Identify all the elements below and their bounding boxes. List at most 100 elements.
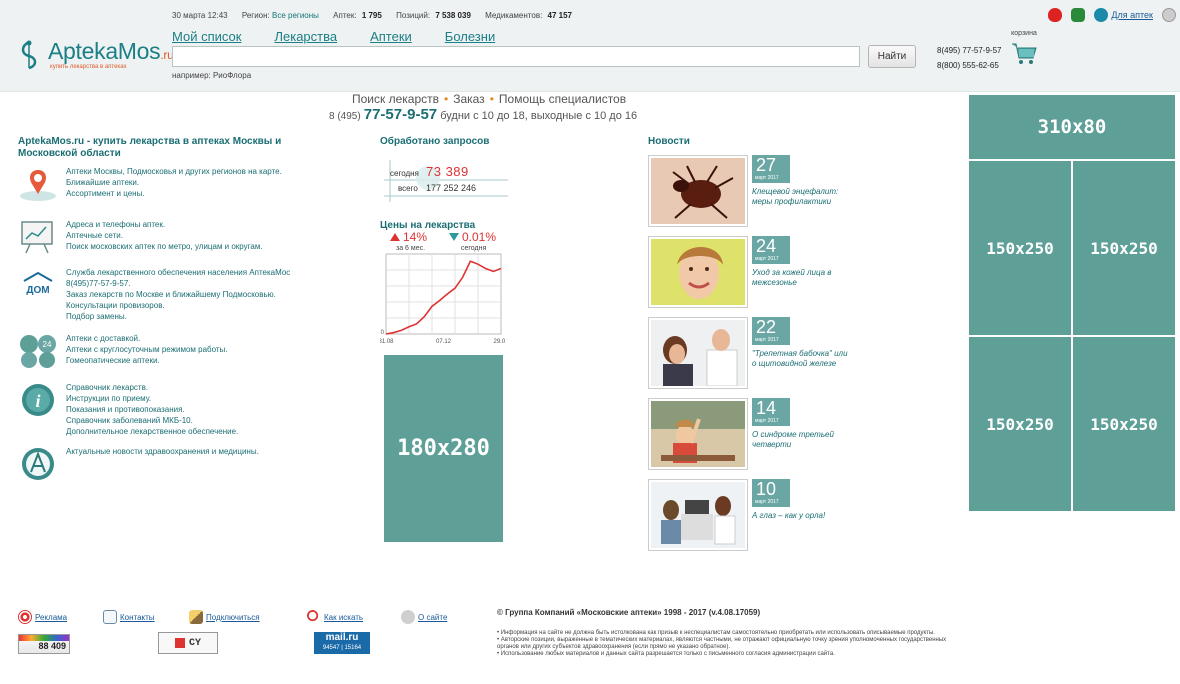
chart-x-tick: 31.08 <box>380 339 394 345</box>
news-thumbnail[interactable] <box>648 236 748 308</box>
search-button[interactable]: Найти <box>868 45 916 68</box>
map-pin-icon <box>20 170 56 201</box>
nav-medicines[interactable]: Лекарства <box>274 29 337 44</box>
today-label: сегодня <box>390 169 419 178</box>
pencil-icon <box>189 610 203 624</box>
svg-text:i: i <box>35 391 40 411</box>
ad-banner-c[interactable]: 150x250 <box>969 337 1071 511</box>
news-thumbnail[interactable] <box>648 155 748 227</box>
footer-ads-link[interactable]: Реклама <box>18 610 103 624</box>
footer-about-link[interactable]: О сайте <box>401 610 481 624</box>
total-label: всего <box>398 184 418 193</box>
about-title: AptekaMos.ru - купить лекарства в аптека… <box>18 136 282 159</box>
footer-howto-link[interactable]: Как искать <box>307 610 401 624</box>
feature-line: Инструкции по приему. <box>66 394 152 403</box>
copyright: © Группа Компаний «Московские аптеки» 19… <box>497 608 761 617</box>
phone-code: 8 (495) <box>329 111 361 122</box>
feature-line: Гомеопатические аптеки. <box>66 356 160 365</box>
feature-line: Аптеки с доставкой. <box>66 334 141 343</box>
dom-zdorovya-logo-icon: ДОМ <box>20 271 56 296</box>
presentation-board-icon <box>21 221 53 254</box>
apple-icon[interactable] <box>1048 8 1063 22</box>
region-selector[interactable]: Все регионы <box>272 11 319 20</box>
news-item[interactable]: 22 март 2017 "Трепетная бабочка" или о щ… <box>648 317 948 391</box>
site-logo[interactable]: AptekaMos.ru купить лекарства в аптеках <box>16 38 174 74</box>
price-decrease: 0.01% <box>449 230 496 244</box>
feature-line: Поиск московских аптек по метро, улицам … <box>66 242 263 251</box>
news-item[interactable]: 14 март 2017 О синдроме третьей четверти <box>648 398 948 472</box>
ad-banner-top[interactable]: 310x80 <box>969 95 1175 159</box>
feature-line: Справочник заболеваний МКБ-10. <box>66 416 193 425</box>
news-item[interactable]: 10 март 2017 А глаз – как у орла! <box>648 479 948 553</box>
search-example: например: РиоФлора <box>172 71 252 80</box>
yandex-icon <box>174 638 185 648</box>
logo-icon <box>21 40 37 70</box>
nav-diseases[interactable]: Болезни <box>445 29 495 44</box>
mailru-counter[interactable]: mail.ru 94547 | 15164 <box>314 632 370 654</box>
region-label: Регион: <box>241 11 270 20</box>
news-day: 24 <box>756 236 777 256</box>
news-headline[interactable]: О синдроме третьей четверти <box>752 430 852 450</box>
feature-line: Консультации провизоров. <box>66 301 165 310</box>
nav-pharmacies[interactable]: Аптеки <box>370 29 412 44</box>
yandex-cy-counter[interactable]: CY <box>158 632 218 654</box>
news-title: Новости <box>648 136 690 147</box>
chart-x-tick: 07.12 <box>436 339 452 345</box>
cart-label: корзина <box>1011 30 1037 37</box>
footer-connect-link[interactable]: Подключиться <box>189 610 307 624</box>
pharmacies-label: Аптек: <box>333 11 357 20</box>
news-headline[interactable]: Уход за кожей лица в межсезонье <box>752 268 852 288</box>
news-headline[interactable]: А глаз – как у орла! <box>752 511 852 521</box>
nav-my-list[interactable]: Мой список <box>172 29 241 44</box>
envelope-icon <box>103 610 117 624</box>
service-order: Заказ <box>453 92 485 106</box>
for-pharmacies-link[interactable]: Для аптек <box>1111 10 1153 20</box>
disclaimer: • Информация на сайте не должна быть ист… <box>497 630 957 658</box>
news-day: 27 <box>756 155 777 175</box>
badge-icon[interactable] <box>1162 8 1176 22</box>
news-date: 10 март 2017 <box>752 479 790 507</box>
ad-banner-b[interactable]: 150x250 <box>1073 161 1175 335</box>
news-month: март 2017 <box>755 499 779 505</box>
cart[interactable]: корзина <box>1009 30 1039 68</box>
pharmacies-count: 1 795 <box>361 11 382 20</box>
chart-frame <box>385 253 502 335</box>
ad-target-icon <box>18 610 32 624</box>
ad-banner-left[interactable]: 180x280 <box>384 355 503 542</box>
positions-count: 7 538 039 <box>435 11 471 20</box>
news-day: 14 <box>756 398 777 418</box>
feature-line: Адреса и телефоны аптек. <box>66 220 166 229</box>
feature-line: Дополнительное лекарственное обеспечение… <box>66 427 239 436</box>
feature-line: Актуальные новости здравоохранения и мед… <box>66 447 259 456</box>
news-month: март 2017 <box>755 337 779 343</box>
android-icon[interactable] <box>1071 8 1086 22</box>
phone-moscow: 8(495) 77-57-9-57 <box>937 46 1002 55</box>
svg-text:24: 24 <box>43 340 52 349</box>
news-item[interactable]: 24 март 2017 Уход за кожей лица в межсез… <box>648 236 948 310</box>
footer-link-label: Подключиться <box>206 612 260 622</box>
liveinternet-counter[interactable]: 88 409 <box>18 634 70 654</box>
news-item[interactable]: 27 март 2017 Клещевой энцефалит: меры пр… <box>648 155 948 229</box>
news-month: март 2017 <box>755 256 779 262</box>
price-decrease-value: 0.01% <box>462 230 497 244</box>
cart-icon <box>1012 43 1037 64</box>
news-thumbnail[interactable] <box>648 479 748 551</box>
price-increase: 14% <box>390 230 427 244</box>
disclaimer-line: • Информация на сайте не должна быть ист… <box>497 630 935 636</box>
classroom-image <box>651 401 745 467</box>
partner-link-group[interactable]: Для аптек <box>1094 8 1153 22</box>
counter-value: 88 409 <box>38 641 66 651</box>
news-headline[interactable]: Клещевой энцефалит: меры профилактики <box>752 187 852 207</box>
search-input[interactable] <box>172 46 860 67</box>
footer-contacts-link[interactable]: Контакты <box>103 610 189 624</box>
phone-free: 8(800) 555-62-65 <box>937 61 999 70</box>
delivery-24-icon: 24 <box>20 335 56 368</box>
ad-banner-a[interactable]: 150x250 <box>969 161 1071 335</box>
ad-banner-d[interactable]: 150x250 <box>1073 337 1175 511</box>
news-month: март 2017 <box>755 175 779 181</box>
news-thumbnail[interactable] <box>648 317 748 389</box>
news-headline[interactable]: "Трепетная бабочка" или о щитовидной жел… <box>752 349 852 369</box>
news-thumbnail[interactable] <box>648 398 748 470</box>
feature-line: Ближайшие аптеки. <box>66 178 140 187</box>
arrow-down-icon <box>449 233 459 241</box>
